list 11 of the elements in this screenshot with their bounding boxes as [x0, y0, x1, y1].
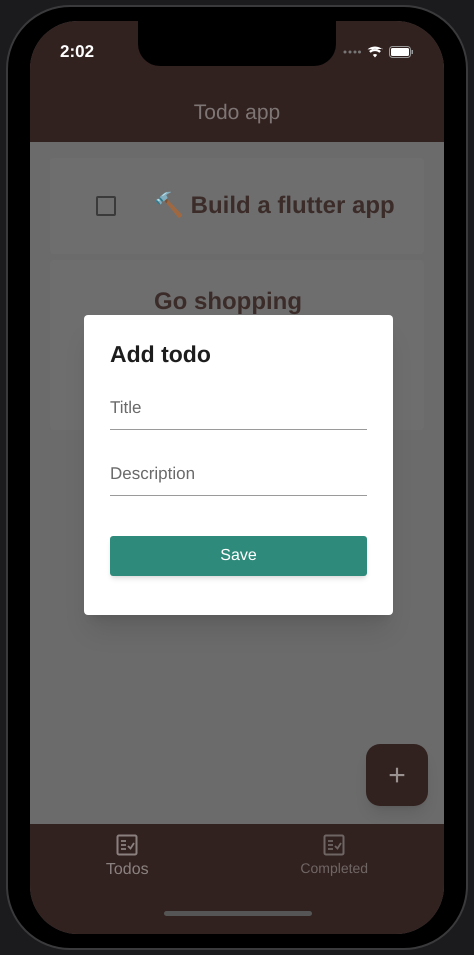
status-time: 2:02	[60, 41, 94, 64]
dialog-title: Add todo	[110, 340, 212, 369]
todo-title: 🔨 Build a flutter app	[154, 190, 395, 221]
nav-tab[interactable]: Completed	[300, 834, 368, 884]
nav-tab[interactable]: Todos	[106, 834, 149, 884]
text-field[interactable]: Description	[110, 460, 367, 496]
text-field[interactable]: Title	[110, 394, 367, 430]
app-title: Todo app	[194, 100, 280, 126]
todo-title: Go shopping	[154, 287, 302, 317]
save-button[interactable]: Save	[110, 536, 367, 576]
add-button[interactable]: +	[366, 744, 428, 806]
